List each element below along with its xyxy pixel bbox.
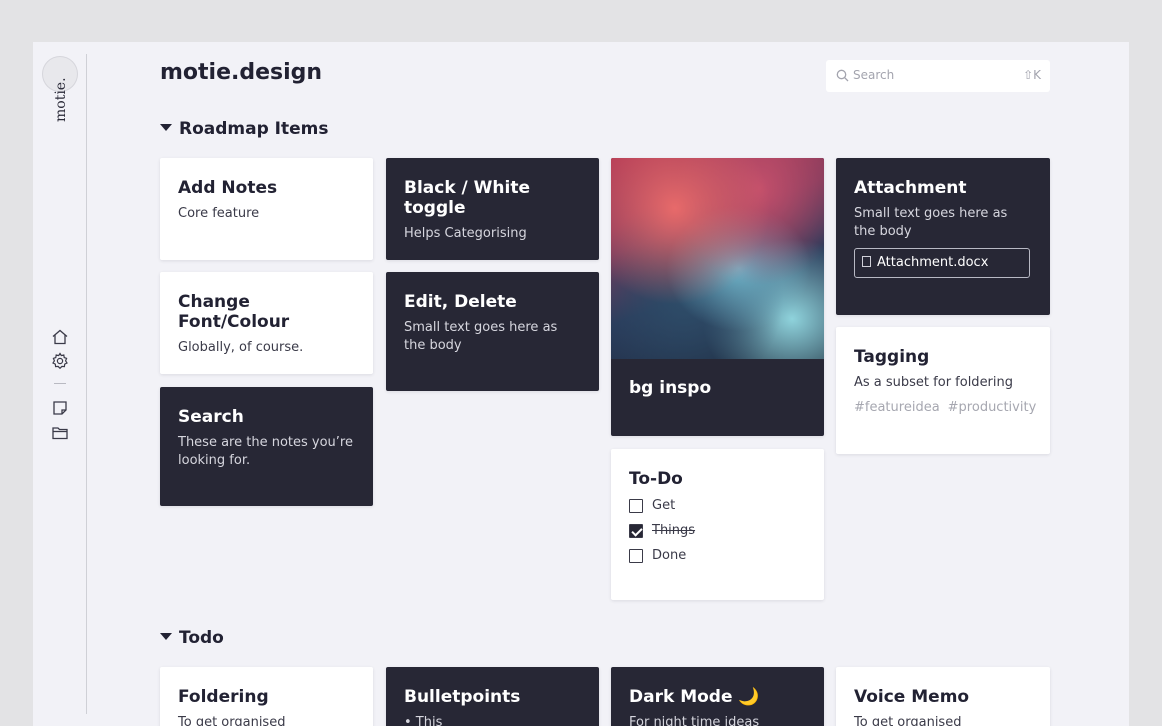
page-title: motie.design [160, 60, 323, 85]
card-title: Change Font/Colour [178, 292, 290, 332]
search-icon [836, 69, 849, 82]
tag-list: #featureidea #productivity [854, 400, 1036, 415]
card-body: As a subset for foldering [854, 375, 1014, 390]
card-body: To get organised [854, 715, 962, 726]
todo-item-label: Things [652, 523, 696, 538]
tag[interactable]: #featureidea [854, 400, 940, 415]
section-todo-label: Todo [179, 628, 224, 648]
todo-item[interactable]: Get [629, 496, 806, 515]
section-roadmap-header[interactable]: Roadmap Items [160, 119, 329, 139]
card-title: Foldering [178, 687, 269, 707]
collapse-triangle-icon [160, 124, 172, 131]
checkbox-checked[interactable] [629, 523, 643, 538]
card-body: These are the notes you’re looking for. [178, 435, 353, 468]
card-title: Edit, Delete [404, 292, 517, 312]
inspiration-image [611, 158, 824, 359]
card-body: Small text goes here as the body [404, 320, 558, 353]
card-attachment[interactable]: Attachment Small text goes here as the b… [836, 158, 1050, 315]
card-title: Attachment [854, 178, 967, 198]
card-title: Search [178, 407, 244, 427]
app-window: motie. motie.design Search ⇧K Roadmap It… [33, 42, 1129, 726]
search-bar[interactable]: Search ⇧K [826, 60, 1050, 92]
attachment-filename: Attachment.docx [877, 255, 989, 270]
card-black-white-toggle[interactable]: Black / White toggle Helps Categorising [386, 158, 599, 260]
card-tagging[interactable]: Tagging As a subset for foldering #featu… [836, 327, 1050, 454]
folder-icon[interactable] [51, 424, 69, 442]
card-body: Helps Categorising [404, 226, 527, 241]
card-foldering[interactable]: Foldering To get organised [160, 667, 373, 726]
checkbox-unchecked[interactable] [629, 548, 643, 563]
card-title: Tagging [854, 347, 930, 367]
search-placeholder: Search [853, 68, 895, 82]
section-roadmap-label: Roadmap Items [179, 119, 329, 139]
todo-item[interactable]: Things [629, 521, 806, 540]
home-icon[interactable] [51, 328, 69, 346]
card-title: To-Do [629, 469, 683, 489]
card-add-notes[interactable]: Add Notes Core feature [160, 158, 373, 260]
card-dark-mode[interactable]: Dark Mode 🌙 For night time ideas [611, 667, 824, 726]
card-title: Bulletpoints [404, 687, 521, 707]
card-title: Black / White toggle [404, 178, 531, 218]
card-title: bg inspo [629, 378, 712, 398]
sidebar-divider [86, 54, 87, 714]
card-body: Small text goes here as the body [854, 206, 1008, 239]
note-icon[interactable] [51, 399, 69, 417]
card-body: Core feature [178, 206, 260, 221]
card-voice-memo[interactable]: Voice Memo To get organised [836, 667, 1050, 726]
todo-item-label: Done [652, 548, 687, 563]
card-body: To get organised [178, 715, 286, 726]
card-bg-inspo[interactable]: bg inspo [611, 158, 824, 436]
logo-text: motie. [53, 77, 69, 122]
card-title: Dark Mode 🌙 [629, 687, 760, 707]
attachment-file[interactable]: Attachment.docx [854, 248, 1030, 278]
settings-icon[interactable] [51, 352, 69, 370]
card-body: For night time ideas [629, 715, 760, 726]
card-body: • This [404, 715, 443, 726]
search-shortcut: ⇧K [1023, 68, 1041, 82]
collapse-triangle-icon [160, 633, 172, 640]
card-todo[interactable]: To-Do Get Things Done [611, 449, 824, 600]
card-title: Add Notes [178, 178, 278, 198]
todo-item[interactable]: Done [629, 546, 806, 565]
todo-item-label: Get [652, 498, 676, 513]
document-icon [862, 256, 871, 267]
card-title: Voice Memo [854, 687, 970, 707]
card-bulletpoints[interactable]: Bulletpoints • This [386, 667, 599, 726]
sidebar-separator [54, 383, 66, 384]
card-edit-delete[interactable]: Edit, Delete Small text goes here as the… [386, 272, 599, 391]
card-search[interactable]: Search These are the notes you’re lookin… [160, 387, 373, 506]
card-body: Globally, of course. [178, 340, 304, 355]
checkbox-unchecked[interactable] [629, 498, 643, 513]
tag[interactable]: #productivity [948, 400, 1037, 415]
card-change-font[interactable]: Change Font/Colour Globally, of course. [160, 272, 373, 374]
section-todo-header[interactable]: Todo [160, 628, 224, 648]
